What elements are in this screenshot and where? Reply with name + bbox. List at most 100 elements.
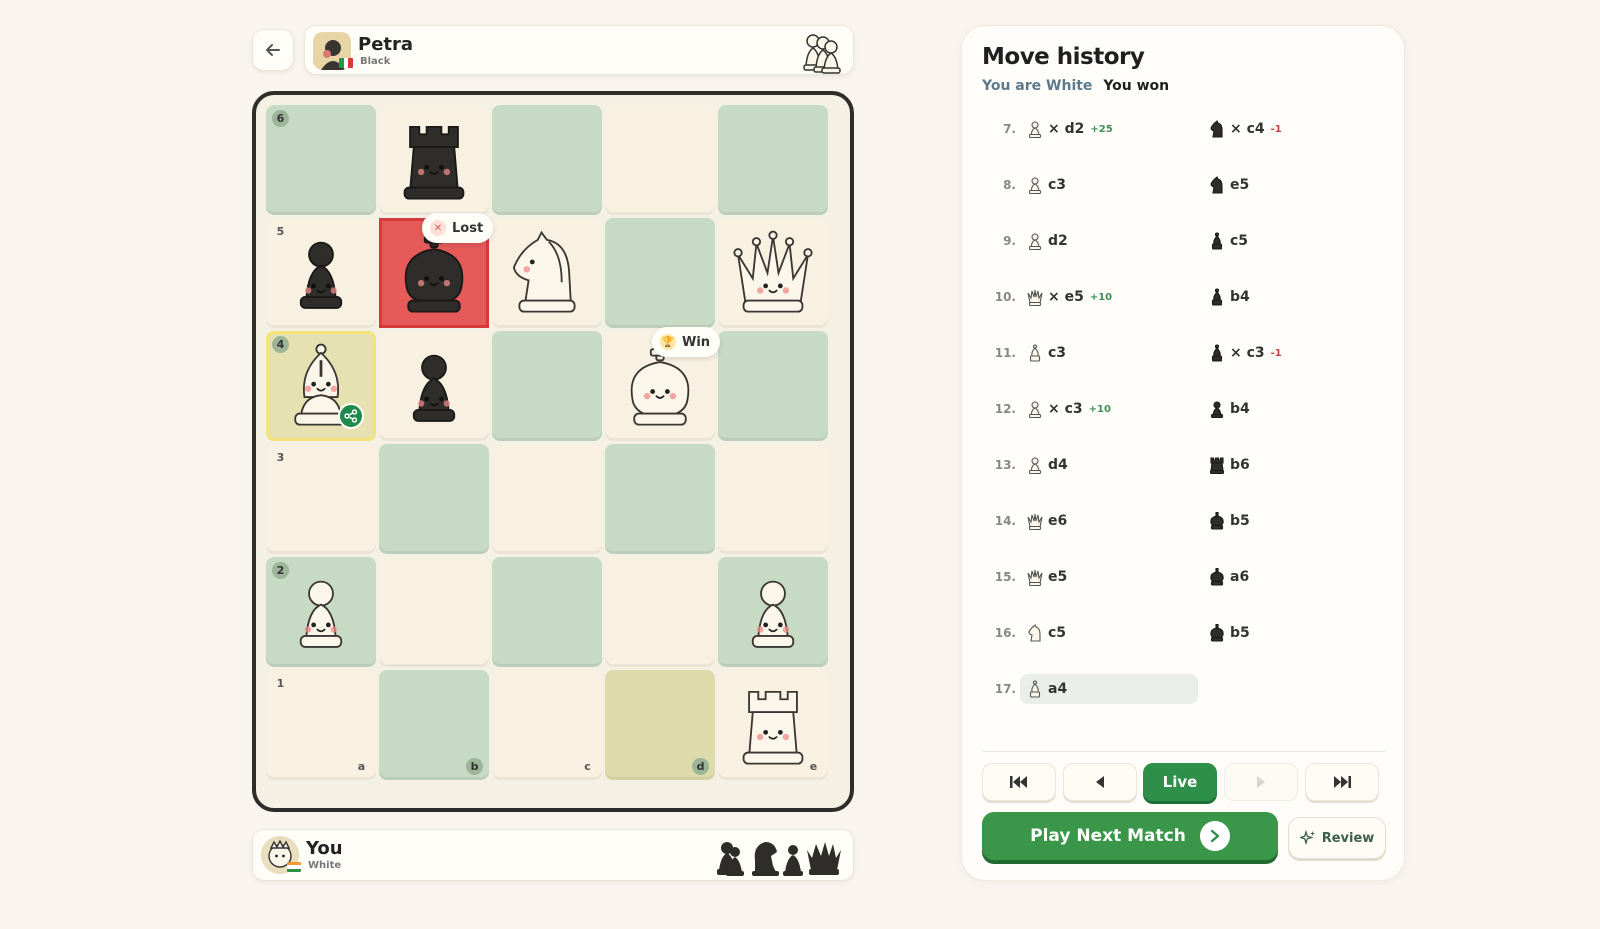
black-rook-piece[interactable] (379, 105, 489, 215)
square-b4[interactable] (379, 331, 489, 441)
back-button[interactable] (252, 29, 294, 71)
square-d2[interactable] (605, 557, 715, 667)
move-text: a4 (1048, 681, 1068, 697)
file-label: b (466, 758, 483, 775)
player-bar: You White (252, 829, 854, 881)
white-queen-icon (1027, 289, 1043, 306)
square-d6[interactable] (605, 105, 715, 215)
square-c1[interactable]: c (492, 670, 602, 780)
opponent-color-label: Black (360, 56, 391, 67)
square-c6[interactable] (492, 105, 602, 215)
next-move-button[interactable] (1224, 763, 1298, 801)
white-move[interactable]: c5 (1020, 618, 1198, 648)
move-text: × d2 (1048, 121, 1085, 137)
square-e1[interactable]: e (718, 670, 828, 780)
square-c4[interactable] (492, 331, 602, 441)
black-move[interactable]: × c3 -1 (1202, 338, 1380, 368)
live-button[interactable]: Live (1143, 763, 1217, 801)
win-tag: 🏆 Win (652, 327, 721, 357)
black-pawn-piece[interactable] (266, 218, 376, 328)
white-move[interactable]: d4 (1020, 450, 1198, 480)
white-move[interactable]: × d2 +25 (1020, 114, 1198, 144)
white-move[interactable]: c3 (1020, 170, 1198, 200)
divider (982, 751, 1386, 752)
player-captured-pieces (715, 836, 843, 878)
share-icon[interactable] (338, 403, 364, 429)
black-move[interactable]: c5 (1202, 226, 1380, 256)
move-number: 14. (994, 514, 1016, 528)
square-c2[interactable] (492, 557, 602, 667)
previous-move-button[interactable] (1063, 763, 1137, 801)
black-move[interactable]: b4 (1202, 394, 1380, 424)
square-e6[interactable] (718, 105, 828, 215)
square-a6[interactable]: 6 (266, 105, 376, 215)
india-flag-icon (287, 862, 301, 872)
black-rook-icon (1209, 457, 1225, 474)
square-b6[interactable] (379, 105, 489, 215)
rank-label: 3 (276, 451, 285, 464)
move-row: 17. a4 (982, 674, 1386, 730)
white-pawn-piece[interactable] (718, 557, 828, 667)
move-text: e6 (1048, 513, 1068, 529)
white-move[interactable]: a4 (1020, 674, 1198, 704)
captured-white-pawns-icon (803, 34, 841, 74)
square-d5[interactable] (605, 218, 715, 328)
play-next-match-button[interactable]: Play Next Match (982, 812, 1278, 860)
square-a3[interactable]: 3 (266, 444, 376, 554)
white-knight-icon (1028, 624, 1041, 642)
square-a2[interactable]: 2 (266, 557, 376, 667)
white-move[interactable]: e6 (1020, 506, 1198, 536)
white-move[interactable]: c3 (1020, 338, 1198, 368)
black-move[interactable]: a6 (1202, 562, 1380, 592)
white-knight-piece[interactable] (492, 218, 602, 328)
white-queen-piece[interactable] (718, 218, 828, 328)
black-move[interactable]: e5 (1202, 170, 1380, 200)
move-number: 12. (994, 402, 1016, 416)
square-d1[interactable]: d (605, 670, 715, 780)
black-knight-icon (1210, 176, 1223, 194)
move-number: 15. (994, 570, 1016, 584)
file-label: c (584, 760, 591, 773)
last-move-button[interactable] (1305, 763, 1379, 801)
square-d3[interactable] (605, 444, 715, 554)
square-a5[interactable]: 5 (266, 218, 376, 328)
black-move[interactable]: b6 (1202, 450, 1380, 480)
score-delta: -1 (1270, 347, 1282, 359)
square-b2[interactable] (379, 557, 489, 667)
white-pawn-piece[interactable] (266, 557, 376, 667)
black-move[interactable]: b4 (1202, 282, 1380, 312)
square-e2[interactable] (718, 557, 828, 667)
black-move[interactable]: b5 (1202, 618, 1380, 648)
black-king-icon (1210, 568, 1224, 586)
square-e5[interactable] (718, 218, 828, 328)
move-number: 13. (994, 458, 1016, 472)
move-number: 11. (994, 346, 1016, 360)
square-a1[interactable]: 1a (266, 670, 376, 780)
square-e3[interactable] (718, 444, 828, 554)
white-move[interactable]: × c3 +10 (1020, 394, 1198, 424)
white-move[interactable]: × e5 +10 (1020, 282, 1198, 312)
square-c5[interactable] (492, 218, 602, 328)
move-row: 12. × c3 +10 b4 (982, 394, 1386, 450)
first-move-button[interactable] (982, 763, 1056, 801)
square-a4[interactable]: 4 (266, 331, 376, 441)
lost-label: Lost (452, 220, 484, 236)
black-move[interactable]: × c4 -1 (1202, 114, 1380, 144)
review-button[interactable]: Review (1288, 817, 1386, 859)
black-pawn-piece[interactable] (379, 331, 489, 441)
square-b3[interactable] (379, 444, 489, 554)
move-text: d4 (1048, 457, 1068, 473)
white-move[interactable]: d2 (1020, 226, 1198, 256)
black-move[interactable]: b5 (1202, 506, 1380, 536)
move-number: 8. (1003, 178, 1016, 192)
black-bishop-icon (1211, 232, 1223, 250)
trophy-icon: 🏆 (660, 334, 676, 350)
move-text: b4 (1230, 401, 1250, 417)
skip-last-icon (1334, 776, 1351, 788)
square-c3[interactable] (492, 444, 602, 554)
rank-label: 1 (276, 677, 285, 690)
square-b1[interactable]: b (379, 670, 489, 780)
white-move[interactable]: e5 (1020, 562, 1198, 592)
square-e4[interactable] (718, 331, 828, 441)
white-rook-piece[interactable] (718, 670, 828, 780)
